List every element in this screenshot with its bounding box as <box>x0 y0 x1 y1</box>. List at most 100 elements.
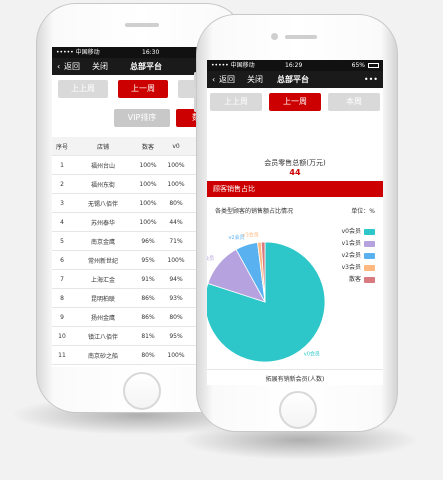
legend-swatch-1 <box>364 240 375 247</box>
front-close-button[interactable]: 关闭 <box>247 71 263 88</box>
table-cell: 5 <box>52 231 72 251</box>
legend-item-4[interactable]: 散客 <box>349 274 375 283</box>
col-header-v0: v0 <box>162 137 190 156</box>
legend-label-0: v0会员 <box>341 228 361 235</box>
col-header-count: 数客 <box>134 137 162 156</box>
table-cell: 44% <box>162 212 190 232</box>
back-tab-prev1[interactable]: 上一周 <box>118 80 168 98</box>
table-cell: 95% <box>134 250 162 270</box>
bottom-label: 拓展有销新会员(人数) <box>265 376 325 383</box>
table-cell: 100% <box>162 250 190 270</box>
table-cell: 80% <box>162 193 190 213</box>
member-total-label: 会员零售总额(万元) <box>264 159 326 167</box>
section-header: 顾客销售占比 <box>207 181 383 197</box>
front-back-button[interactable]: 返回 <box>219 71 235 88</box>
table-cell: 4 <box>52 212 72 232</box>
front-tab-bar: 上上周 上一周 本周 <box>207 88 383 118</box>
table-cell: 100% <box>134 212 162 232</box>
front-battery: 65% <box>351 62 365 69</box>
table-cell: 80% <box>162 307 190 327</box>
vip-sort-button[interactable]: VIP排序 <box>114 109 170 127</box>
back-home-button[interactable] <box>123 372 161 410</box>
section-title: 顾客销售占比 <box>213 185 255 193</box>
table-cell: 93% <box>162 288 190 308</box>
table-cell: 上海汇金 <box>72 269 134 289</box>
front-tab-prev2[interactable]: 上上周 <box>210 93 262 111</box>
back-carrier: ••••• 中国移动 <box>56 49 100 56</box>
table-cell: 南京金鹰 <box>72 231 134 251</box>
pie-label-0: v0会员 <box>304 350 320 357</box>
table-cell: 71% <box>162 231 190 251</box>
back-tab-prev2[interactable]: 上上周 <box>58 80 108 98</box>
front-clock: 16:29 <box>285 62 303 69</box>
legend-label-3: v3会员 <box>341 264 361 271</box>
front-phone-speaker <box>285 35 317 39</box>
table-cell: 100% <box>134 155 162 175</box>
front-tab-prev1[interactable]: 上一周 <box>269 93 321 111</box>
table-cell: 福州台山 <box>72 155 134 175</box>
legend-label-4: 散客 <box>348 276 361 283</box>
legend-swatch-4 <box>364 276 375 283</box>
table-cell: 7 <box>52 269 72 289</box>
table-cell: 81% <box>134 326 162 346</box>
table-cell: 12 <box>52 364 72 367</box>
table-cell: 100% <box>134 193 162 213</box>
table-cell: 无锡八佰伴 <box>72 193 134 213</box>
col-header-index: 序号 <box>52 137 72 156</box>
front-home-button[interactable] <box>279 391 317 429</box>
back-back-button[interactable]: 返回 <box>64 58 80 75</box>
front-camera-icon <box>271 33 278 40</box>
table-cell: 8 <box>52 288 72 308</box>
front-chevron-icon[interactable]: ‹ <box>212 71 215 88</box>
table-cell: 100% <box>162 345 190 365</box>
legend-swatch-0 <box>364 228 375 235</box>
back-nav-title: 总部平台 <box>130 62 162 71</box>
legend-item-2[interactable]: v2会员 <box>342 250 375 259</box>
table-cell: 100% <box>162 155 190 175</box>
front-tab-current[interactable]: 本周 <box>328 93 380 111</box>
table-cell: 100% <box>134 174 162 194</box>
battery-icon <box>368 63 379 68</box>
legend-swatch-2 <box>364 252 375 259</box>
front-phone: ••••• 中国移动 16:29 65% ‹ 返回 关闭 总部平台 ••• 上上… <box>196 14 398 432</box>
table-cell: 10 <box>52 326 72 346</box>
table-cell: 福州东街 <box>72 174 134 194</box>
table-cell: 昆明柏联 <box>72 288 134 308</box>
table-cell: 南昌中山 <box>72 364 134 367</box>
front-status-bar: ••••• 中国移动 16:29 65% <box>207 60 383 71</box>
front-nav-bar: ‹ 返回 关闭 总部平台 ••• <box>207 71 383 88</box>
table-cell: 94% <box>162 269 190 289</box>
table-cell: 6 <box>52 250 72 270</box>
table-cell: 96% <box>134 231 162 251</box>
back-clock: 16:30 <box>142 49 160 56</box>
table-cell: 86% <box>134 288 162 308</box>
table-cell: 南京砂之船 <box>72 345 134 365</box>
table-cell: 100% <box>162 174 190 194</box>
front-nav-title: 总部平台 <box>277 75 309 84</box>
table-cell: 86% <box>134 307 162 327</box>
table-cell: 苏州泰华 <box>72 212 134 232</box>
table-cell: 80% <box>134 345 162 365</box>
legend-swatch-3 <box>364 264 375 271</box>
more-icon[interactable]: ••• <box>364 71 378 88</box>
table-cell: 2 <box>52 174 72 194</box>
col-header-store: 店铺 <box>72 137 134 156</box>
back-phone-speaker <box>125 23 159 27</box>
back-chevron-icon[interactable]: ‹ <box>57 58 60 75</box>
table-cell: 常州新世纪 <box>72 250 134 270</box>
legend-label-1: v1会员 <box>341 240 361 247</box>
pie-label-1: v1会员 <box>207 255 214 262</box>
legend-item-0[interactable]: v0会员 <box>342 226 375 235</box>
table-cell: 1 <box>52 155 72 175</box>
table-cell: 扬州金鹰 <box>72 307 134 327</box>
table-cell: 95% <box>162 326 190 346</box>
legend-label-2: v2会员 <box>341 252 361 259</box>
legend-item-3[interactable]: v3会员 <box>342 262 375 271</box>
bottom-divider <box>207 369 383 370</box>
table-cell: 91% <box>134 269 162 289</box>
legend-item-1[interactable]: v1会员 <box>342 238 375 247</box>
front-carrier: ••••• 中国移动 <box>211 62 255 69</box>
table-cell: 镇江八佰伴 <box>72 326 134 346</box>
member-total-value: 44 <box>289 168 301 177</box>
back-close-button[interactable]: 关闭 <box>92 58 108 75</box>
